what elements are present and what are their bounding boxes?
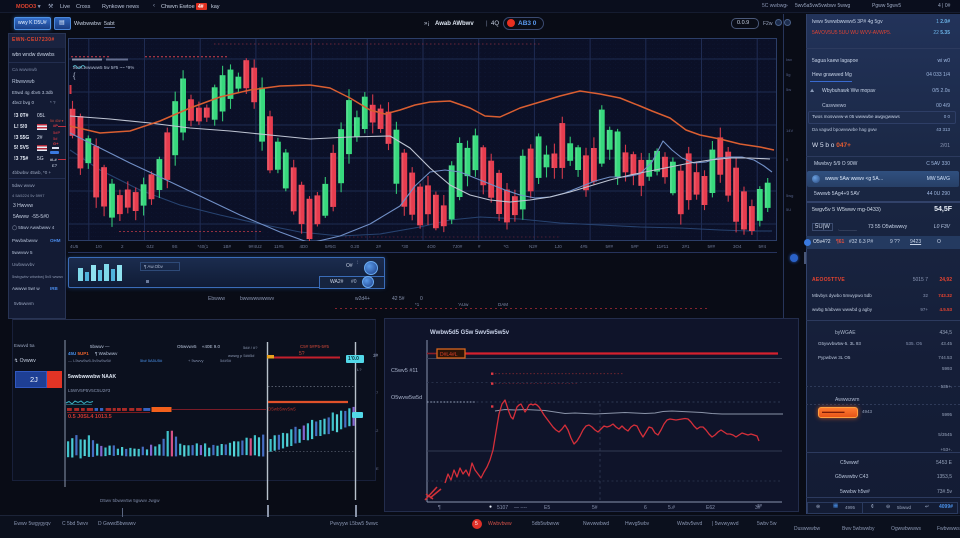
- svg-text:5?: 5?: [299, 351, 305, 357]
- svg-text:D#L4#L: D#L4#L: [440, 352, 458, 358]
- svg-text:D5wb5wv5w5: D5wb5wv5w5: [268, 407, 296, 412]
